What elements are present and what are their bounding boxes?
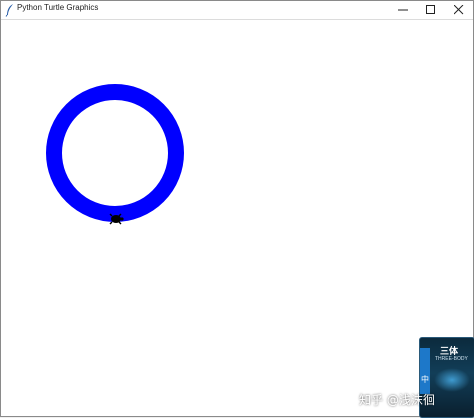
- blue-ring: [46, 84, 184, 222]
- close-button[interactable]: [445, 1, 473, 19]
- window-title: Python Turtle Graphics: [17, 3, 99, 12]
- close-icon: [454, 5, 464, 15]
- thumbnail-glow: [434, 368, 470, 392]
- turtle-canvas[interactable]: [3, 21, 473, 416]
- maximize-button[interactable]: [417, 1, 445, 19]
- thumbnail-badge: [420, 348, 430, 394]
- turtle-window: Python Turtle Graphics 三体 THREE-BODY 中 知…: [0, 0, 474, 418]
- watermark-text: 知乎 @浅沫徊: [359, 393, 435, 407]
- title-bar[interactable]: Python Turtle Graphics: [1, 1, 473, 20]
- minimize-button[interactable]: [389, 1, 417, 19]
- minimize-icon: [398, 9, 408, 11]
- feather-icon: [5, 3, 15, 17]
- thumbnail-subtitle: THREE-BODY: [435, 356, 468, 362]
- thumbnail-side-label: 中: [421, 375, 429, 384]
- maximize-icon: [426, 5, 435, 14]
